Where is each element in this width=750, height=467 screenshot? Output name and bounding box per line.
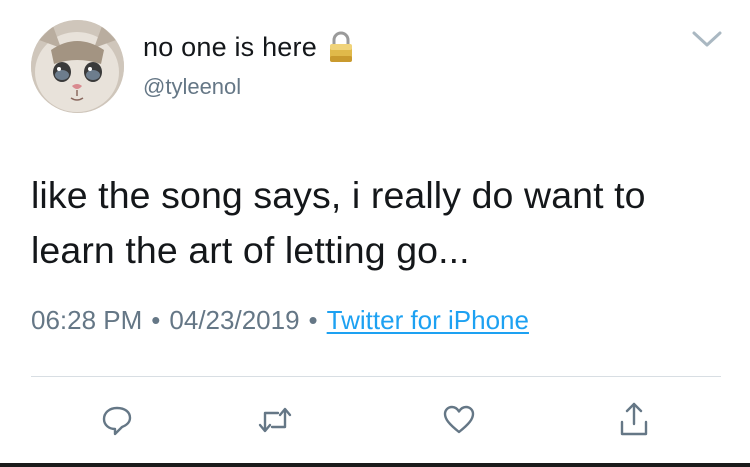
user-handle[interactable]: @tyleenol <box>143 74 241 100</box>
avatar[interactable] <box>31 20 124 113</box>
divider <box>31 376 721 377</box>
crying-cat-avatar-icon <box>31 20 124 113</box>
meta-separator: • <box>151 305 161 335</box>
chevron-down-icon[interactable] <box>690 28 724 50</box>
action-bar <box>0 400 750 444</box>
tweet-date: 04/23/2019 <box>169 305 300 335</box>
lock-icon <box>327 30 355 64</box>
retweet-icon[interactable] <box>255 400 295 440</box>
share-icon[interactable] <box>614 400 654 440</box>
heart-icon[interactable] <box>439 400 479 440</box>
tweet-meta: 06:28 PM • 04/23/2019 • Twitter for iPho… <box>31 305 529 336</box>
display-name[interactable]: no one is here <box>143 30 355 64</box>
tweet-source-link[interactable]: Twitter for iPhone <box>327 305 529 336</box>
meta-separator: • <box>308 305 318 335</box>
bottom-edge <box>0 463 750 467</box>
reply-icon[interactable] <box>97 400 137 440</box>
tweet-text: like the song says, i really do want to … <box>31 174 646 271</box>
tweet-time: 06:28 PM <box>31 305 143 335</box>
display-name-text[interactable]: no one is here <box>143 32 317 63</box>
